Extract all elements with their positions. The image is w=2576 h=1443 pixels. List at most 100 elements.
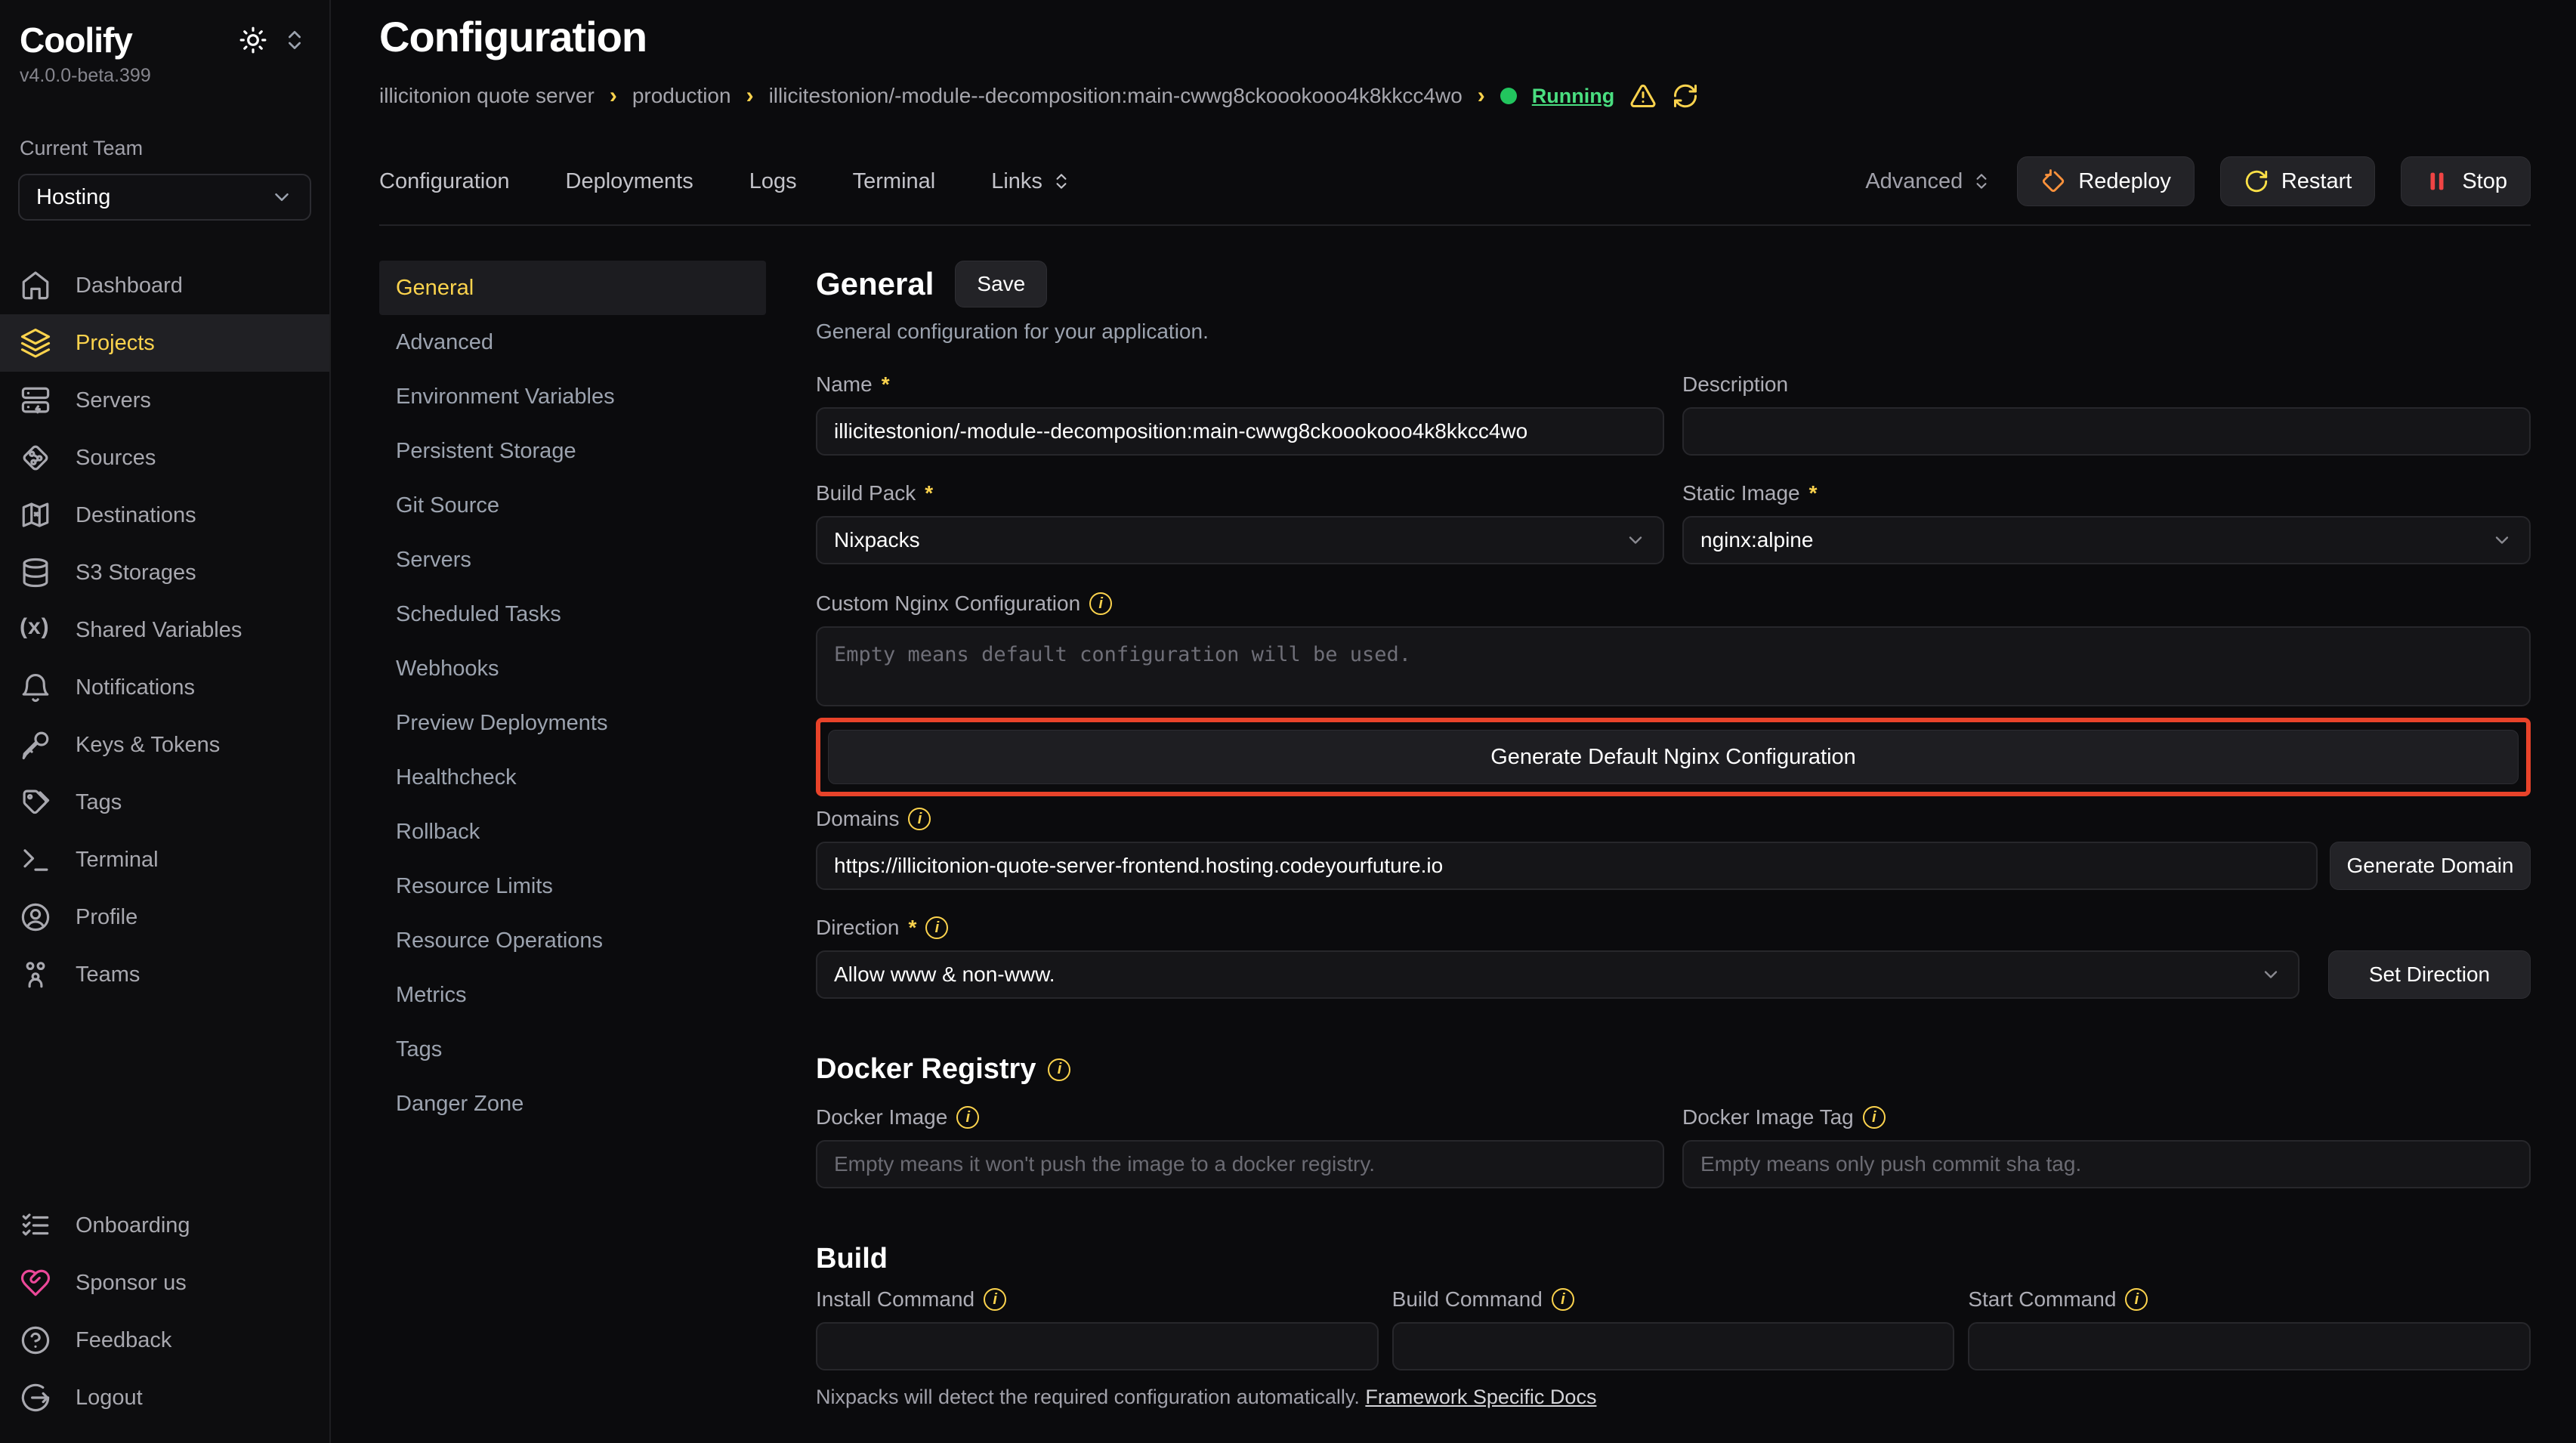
sidebar-item-dashboard[interactable]: Dashboard bbox=[0, 257, 329, 314]
sidebar-item-label: Profile bbox=[76, 905, 137, 930]
subnav-item-servers[interactable]: Servers bbox=[379, 533, 766, 587]
info-icon[interactable]: i bbox=[1048, 1058, 1070, 1081]
info-icon[interactable]: i bbox=[1863, 1106, 1886, 1129]
build-pack-value: Nixpacks bbox=[834, 528, 920, 552]
static-image-value: nginx:alpine bbox=[1700, 528, 1813, 552]
info-icon[interactable]: i bbox=[984, 1288, 1006, 1311]
sidebar-footer-item-feedback[interactable]: Feedback bbox=[0, 1312, 328, 1369]
theme-selector-chevrons-icon[interactable] bbox=[283, 28, 307, 52]
name-input[interactable] bbox=[816, 407, 1664, 456]
subnav-item-resource-limits[interactable]: Resource Limits bbox=[379, 859, 766, 913]
subnav-item-danger-zone[interactable]: Danger Zone bbox=[379, 1077, 766, 1131]
annotation-highlight-box: Generate Default Nginx Configuration bbox=[816, 718, 2531, 796]
sidebar-item-projects[interactable]: Projects bbox=[0, 314, 329, 372]
stop-button[interactable]: Stop bbox=[2401, 156, 2531, 206]
sidebar-item-profile[interactable]: Profile bbox=[0, 888, 329, 946]
chevron-down-icon bbox=[2491, 530, 2513, 551]
generate-domain-button[interactable]: Generate Domain bbox=[2330, 842, 2531, 890]
generate-default-nginx-button[interactable]: Generate Default Nginx Configuration bbox=[828, 730, 2519, 784]
restart-button[interactable]: Restart bbox=[2220, 156, 2375, 206]
layers-icon bbox=[20, 327, 51, 359]
subnav-item-git-source[interactable]: Git Source bbox=[379, 478, 766, 533]
team-select[interactable]: Hosting bbox=[18, 174, 311, 221]
subnav-item-webhooks[interactable]: Webhooks bbox=[379, 641, 766, 696]
sidebar-item-servers[interactable]: Servers bbox=[0, 372, 329, 429]
sidebar-item-terminal[interactable]: Terminal bbox=[0, 831, 329, 888]
sidebar-item-label: Destinations bbox=[76, 503, 196, 528]
sidebar-item-label: Projects bbox=[76, 331, 155, 356]
refresh-icon[interactable] bbox=[1672, 82, 1699, 110]
current-team-label: Current Team bbox=[0, 137, 329, 160]
domains-input[interactable] bbox=[816, 842, 2318, 890]
subnav-item-label: Rollback bbox=[396, 820, 480, 845]
docker-image-label: Docker Image i bbox=[816, 1105, 1664, 1129]
chevron-down-icon bbox=[2260, 964, 2281, 985]
build-pack-select[interactable]: Nixpacks bbox=[816, 516, 1664, 564]
subnav-item-healthcheck[interactable]: Healthcheck bbox=[379, 750, 766, 805]
subnav-item-label: Healthcheck bbox=[396, 765, 517, 790]
info-icon[interactable]: i bbox=[2125, 1288, 2148, 1311]
variables-icon: (x) bbox=[20, 614, 51, 646]
sidebar-item-teams[interactable]: Teams bbox=[0, 946, 329, 1003]
framework-docs-link[interactable]: Framework Specific Docs bbox=[1365, 1386, 1596, 1408]
subnav-item-rollback[interactable]: Rollback bbox=[379, 805, 766, 859]
sidebar-item-s3-storages[interactable]: S3 Storages bbox=[0, 544, 329, 601]
info-icon[interactable]: i bbox=[956, 1106, 979, 1129]
sidebar-item-notifications[interactable]: Notifications bbox=[0, 659, 329, 716]
heart-handshake-icon bbox=[20, 1267, 51, 1299]
redeploy-icon bbox=[2040, 168, 2066, 194]
tab-terminal[interactable]: Terminal bbox=[853, 169, 936, 194]
redeploy-button[interactable]: Redeploy bbox=[2017, 156, 2195, 206]
help-circle-icon bbox=[20, 1324, 51, 1356]
page-title: Configuration bbox=[379, 12, 2531, 61]
subnav-item-scheduled-tasks[interactable]: Scheduled Tasks bbox=[379, 587, 766, 641]
docker-image-input[interactable] bbox=[816, 1140, 1664, 1188]
sidebar-item-label: Dashboard bbox=[76, 273, 183, 298]
sidebar-footer-item-onboarding[interactable]: Onboarding bbox=[0, 1197, 328, 1254]
theme-toggle-sun-icon[interactable] bbox=[239, 26, 267, 54]
sidebar-item-shared-variables[interactable]: (x) Shared Variables bbox=[0, 601, 329, 659]
sidebar-footer-item-sponsor-us[interactable]: Sponsor us bbox=[0, 1254, 328, 1312]
subnav-item-environment-variables[interactable]: Environment Variables bbox=[379, 369, 766, 424]
settings-subnav: General Advanced Environment Variables P… bbox=[379, 261, 766, 1443]
tab-configuration[interactable]: Configuration bbox=[379, 169, 510, 194]
sidebar-item-tags[interactable]: Tags bbox=[0, 774, 329, 831]
nginx-config-textarea[interactable] bbox=[816, 626, 2531, 706]
start-command-input[interactable] bbox=[1968, 1322, 2531, 1370]
docker-image-tag-label: Docker Image Tag i bbox=[1682, 1105, 2531, 1129]
install-command-input[interactable] bbox=[816, 1322, 1379, 1370]
advanced-dropdown[interactable]: Advanced bbox=[1865, 169, 1991, 194]
docker-image-tag-input[interactable] bbox=[1682, 1140, 2531, 1188]
info-icon[interactable]: i bbox=[925, 916, 948, 939]
static-image-select[interactable]: nginx:alpine bbox=[1682, 516, 2531, 564]
info-icon[interactable]: i bbox=[1552, 1288, 1574, 1311]
set-direction-button[interactable]: Set Direction bbox=[2328, 950, 2531, 999]
sidebar-item-keys-tokens[interactable]: Keys & Tokens bbox=[0, 716, 329, 774]
sidebar-item-sources[interactable]: Sources bbox=[0, 429, 329, 487]
chevrons-up-down-icon bbox=[1052, 171, 1071, 191]
subnav-item-preview-deployments[interactable]: Preview Deployments bbox=[379, 696, 766, 750]
info-icon[interactable]: i bbox=[908, 808, 931, 830]
sidebar-item-destinations[interactable]: Destinations bbox=[0, 487, 329, 544]
tab-links[interactable]: Links bbox=[991, 169, 1071, 194]
info-icon[interactable]: i bbox=[1089, 592, 1112, 615]
warning-triangle-icon[interactable] bbox=[1629, 82, 1657, 110]
subnav-item-general[interactable]: General bbox=[379, 261, 766, 315]
direction-label: Direction* i bbox=[816, 916, 2531, 940]
status-running-link[interactable]: Running bbox=[1532, 85, 1614, 108]
subnav-item-persistent-storage[interactable]: Persistent Storage bbox=[379, 424, 766, 478]
breadcrumb-application[interactable]: illicitestonion/-module--decomposition:m… bbox=[769, 84, 1463, 108]
breadcrumb-project[interactable]: illicitonion quote server bbox=[379, 84, 595, 108]
sidebar-footer-item-logout[interactable]: Logout bbox=[0, 1369, 328, 1426]
description-input[interactable] bbox=[1682, 407, 2531, 456]
subnav-item-tags[interactable]: Tags bbox=[379, 1022, 766, 1077]
save-button[interactable]: Save bbox=[955, 261, 1047, 307]
subnav-item-resource-operations[interactable]: Resource Operations bbox=[379, 913, 766, 968]
direction-select[interactable]: Allow www & non-www. bbox=[816, 950, 2300, 999]
subnav-item-metrics[interactable]: Metrics bbox=[379, 968, 766, 1022]
breadcrumb-environment[interactable]: production bbox=[632, 84, 731, 108]
subnav-item-advanced[interactable]: Advanced bbox=[379, 315, 766, 369]
tab-logs[interactable]: Logs bbox=[749, 169, 797, 194]
build-command-input[interactable] bbox=[1392, 1322, 1955, 1370]
tab-deployments[interactable]: Deployments bbox=[566, 169, 693, 194]
